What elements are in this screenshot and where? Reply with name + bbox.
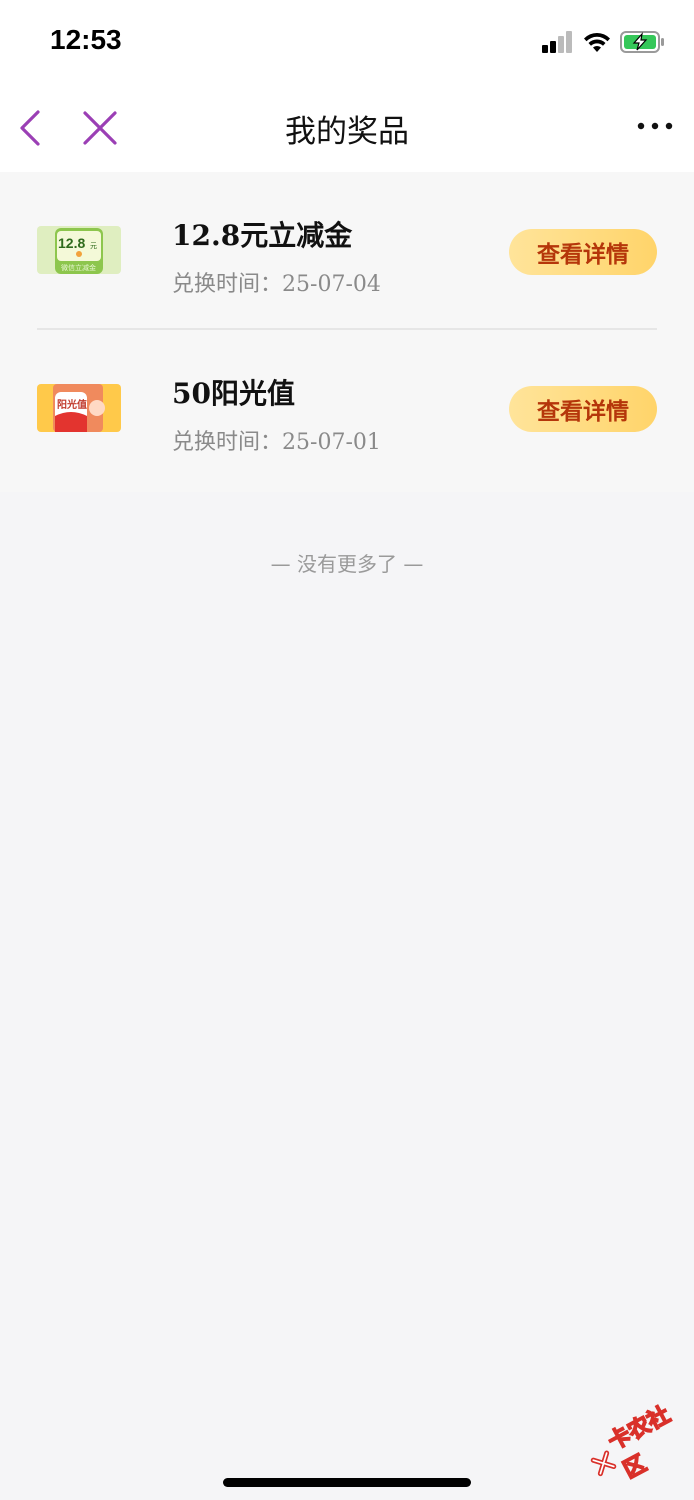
coupon-thumbnail-icon: 12.8 元 微信立减金 — [37, 226, 121, 274]
prize-thumbnail: 阳光值 — [37, 384, 121, 432]
status-time: 12:53 — [50, 24, 122, 55]
no-more-text: — 没有更多了 — — [270, 552, 424, 576]
prize-item: 12.8 元 微信立减金 12.8元立减金 兑换时间：25-07-04 查看详情 — [0, 172, 694, 328]
view-details-button[interactable]: 查看详情 — [509, 386, 657, 432]
view-details-button[interactable]: 查看详情 — [509, 229, 657, 275]
battery-charging-icon — [620, 31, 664, 53]
status-bar: 12:53 — [0, 0, 694, 84]
prize-exchange-time: 兑换时间：25-07-04 — [172, 266, 381, 298]
prize-thumbnail: 12.8 元 微信立减金 — [37, 226, 121, 274]
thumb-label: 阳光值 — [57, 398, 87, 411]
exchange-time-label: 兑换时间： — [172, 430, 283, 455]
more-icon[interactable] — [636, 114, 674, 138]
exchange-time-label: 兑换时间： — [172, 272, 283, 297]
status-icons — [542, 28, 666, 56]
prize-list: 12.8 元 微信立减金 12.8元立减金 兑换时间：25-07-04 查看详情… — [0, 172, 694, 492]
thumb-amount: 12.8 — [58, 235, 85, 251]
exchange-time-value: 25-07-01 — [282, 430, 381, 455]
prize-name: 50阳光值 — [172, 377, 295, 410]
prize-exchange-time: 兑换时间：25-07-01 — [172, 424, 381, 456]
thumb-unit: 元 — [90, 242, 97, 250]
exchange-time-value: 25-07-04 — [282, 272, 381, 297]
page-title: 我的奖品 — [285, 114, 409, 150]
signal-icon — [542, 31, 572, 53]
wifi-icon — [584, 32, 610, 52]
nav-bar: 我的奖品 — [0, 84, 694, 172]
watermark: 卡农社区 — [577, 1391, 694, 1500]
prize-item: 阳光值 50阳光值 兑换时间：25-07-01 查看详情 — [0, 328, 694, 492]
sunshine-thumbnail-icon: 阳光值 — [37, 384, 121, 432]
prize-name: 12.8元立减金 — [172, 219, 353, 252]
thumb-caption: 微信立减金 — [61, 263, 96, 272]
home-indicator[interactable] — [223, 1478, 471, 1487]
